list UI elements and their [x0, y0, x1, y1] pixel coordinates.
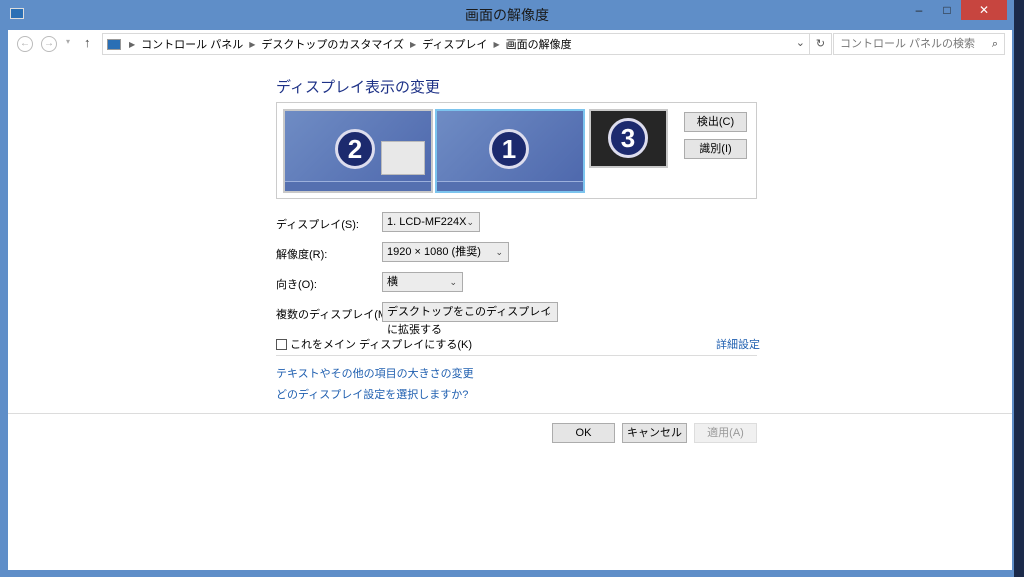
checkbox[interactable] [276, 339, 287, 350]
chevron-right-icon: ▶ [493, 39, 500, 49]
address-bar[interactable]: ▶ コントロール パネル ▶ デスクトップのカスタマイズ ▶ ディスプレイ ▶ … [102, 33, 832, 55]
chevron-down-icon: ⌄ [466, 217, 474, 227]
display-app-icon [10, 8, 24, 19]
refresh-button[interactable]: ↻ [809, 34, 831, 54]
detect-button[interactable]: 検出(C) [684, 112, 747, 132]
orientation-select[interactable]: 横 ⌄ [382, 272, 463, 292]
monitor-2[interactable]: 2 [283, 109, 433, 193]
resolution-label: 解像度(R): [276, 249, 328, 261]
identify-button[interactable]: 識別(I) [684, 139, 747, 159]
footer-divider [8, 413, 1012, 414]
which-settings-link[interactable]: どのディスプレイ設定を選択しますか? [276, 386, 468, 402]
display-value: 1. LCD-MF224X [387, 216, 467, 228]
chevron-down-icon: ⌄ [449, 277, 457, 287]
search-icon[interactable]: ⌕ [992, 34, 998, 54]
multiple-displays-value: デスクトップをこのディスプレイに拡張する [387, 306, 552, 336]
breadcrumb-resolution[interactable]: 画面の解像度 [506, 36, 572, 52]
monitor-number: 3 [608, 118, 648, 158]
monitor-number: 2 [335, 129, 375, 169]
chevron-down-icon: ⌄ [544, 307, 552, 317]
recent-dropdown-icon[interactable]: ▾ [66, 37, 70, 46]
chevron-down-icon: ⌄ [495, 247, 503, 257]
start-screen-icon [381, 141, 425, 175]
back-button[interactable]: ← [17, 36, 33, 52]
resolution-select[interactable]: 1920 × 1080 (推奨) ⌄ [382, 242, 509, 262]
title-bar: 画面の解像度 [0, 0, 1014, 30]
page-heading: ディスプレイ表示の変更 [276, 79, 440, 96]
maximize-button[interactable]: □ [934, 0, 960, 20]
orientation-label: 向き(O): [276, 279, 317, 291]
display-select[interactable]: 1. LCD-MF224X ⌄ [382, 212, 480, 232]
navigation-bar: ← → ▾ ↑ ▶ コントロール パネル ▶ デスクトップのカスタマイズ ▶ デ… [8, 30, 1012, 58]
window: 画面の解像度 – □ ✕ ← → ▾ ↑ ▶ コントロール パネル ▶ デスクト… [0, 0, 1014, 577]
chevron-right-icon: ▶ [249, 39, 256, 49]
monitor-number: 1 [489, 129, 529, 169]
chevron-right-icon: ▶ [129, 39, 136, 49]
multiple-displays-label: 複数のディスプレイ(M): [276, 309, 394, 321]
apply-button[interactable]: 適用(A) [694, 423, 757, 443]
monitor-1[interactable]: 1 [435, 109, 585, 193]
monitor-3[interactable]: 3 [589, 109, 668, 168]
display-label: ディスプレイ(S): [276, 219, 359, 231]
divider [276, 355, 757, 356]
up-button[interactable]: ↑ [84, 35, 91, 50]
chevron-right-icon: ▶ [410, 39, 417, 49]
checkbox-label: これをメイン ディスプレイにする(K) [290, 339, 473, 351]
minimize-button[interactable]: – [906, 0, 932, 20]
window-title: 画面の解像度 [465, 7, 549, 23]
search-placeholder: コントロール パネルの検索 [840, 38, 976, 50]
resolution-value: 1920 × 1080 (推奨) [387, 246, 481, 258]
advanced-settings-link[interactable]: 詳細設定 [716, 336, 760, 352]
orientation-value: 横 [387, 276, 398, 288]
close-button[interactable]: ✕ [961, 0, 1007, 20]
address-dropdown-icon[interactable]: ⌄ [796, 36, 805, 49]
breadcrumb-display[interactable]: ディスプレイ [422, 36, 487, 52]
search-input[interactable]: コントロール パネルの検索 ⌕ [833, 33, 1005, 55]
forward-button[interactable]: → [41, 36, 57, 52]
cancel-button[interactable]: キャンセル [622, 423, 687, 443]
control-panel-icon [107, 38, 121, 50]
breadcrumb-control-panel[interactable]: コントロール パネル [141, 36, 243, 52]
multiple-displays-select[interactable]: デスクトップをこのディスプレイに拡張する ⌄ [382, 302, 558, 336]
main-display-checkbox[interactable]: これをメイン ディスプレイにする(K) [276, 336, 472, 352]
monitor-arrangement: 2 1 3 検出(C) 識別(I) [276, 102, 757, 199]
client-area: ← → ▾ ↑ ▶ コントロール パネル ▶ デスクトップのカスタマイズ ▶ デ… [8, 30, 1012, 570]
ok-button[interactable]: OK [552, 423, 615, 443]
breadcrumb-personalization[interactable]: デスクトップのカスタマイズ [261, 36, 404, 52]
text-size-link[interactable]: テキストやその他の項目の大きさの変更 [276, 365, 474, 381]
